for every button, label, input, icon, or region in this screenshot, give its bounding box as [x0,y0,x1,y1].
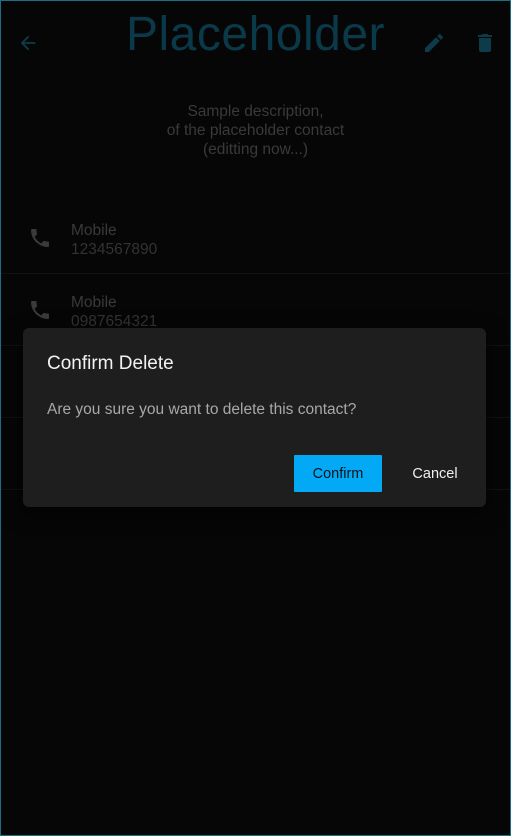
dialog-title: Confirm Delete [47,353,174,374]
app-window: Placeholder Sample description, of the p… [0,0,511,836]
cancel-button[interactable]: Cancel [403,455,467,492]
confirm-delete-dialog: Confirm Delete Are you sure you want to … [23,328,486,507]
confirm-button[interactable]: Confirm [294,455,382,492]
dialog-message: Are you sure you want to delete this con… [47,401,357,418]
